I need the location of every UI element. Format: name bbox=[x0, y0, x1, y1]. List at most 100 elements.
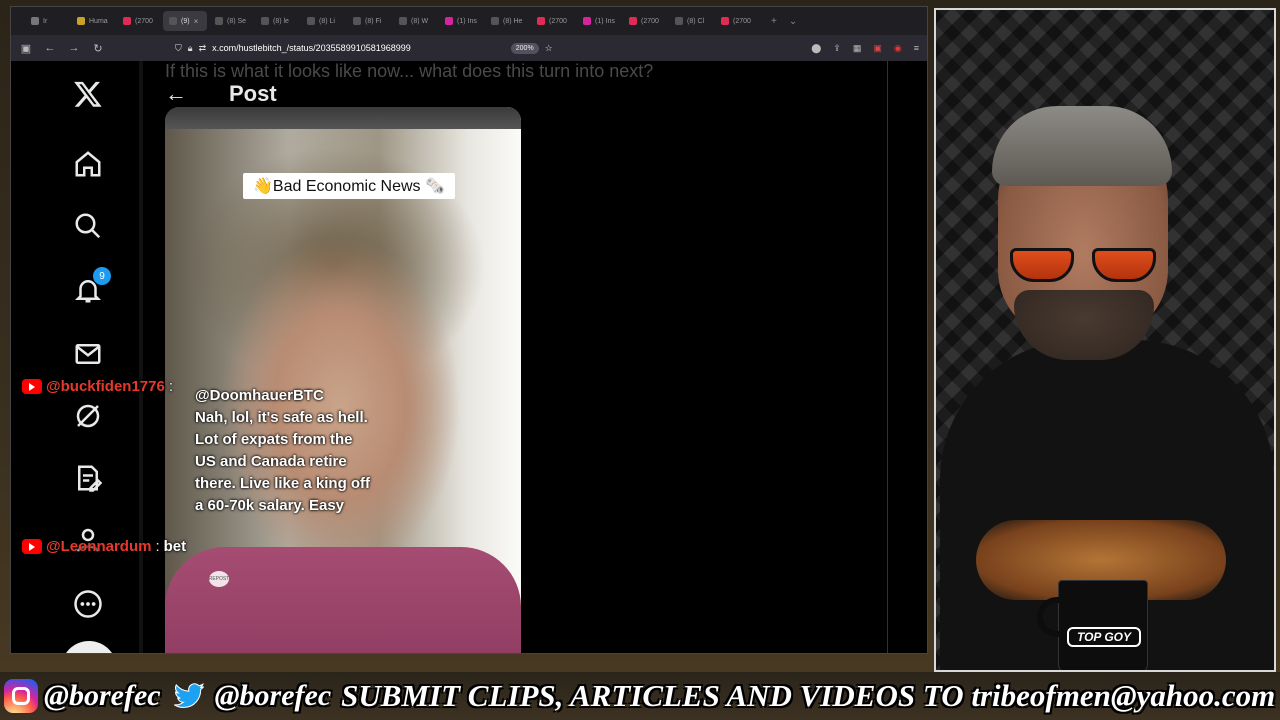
tab-favicon-icon bbox=[31, 17, 39, 25]
tab-label: (2700 bbox=[549, 17, 567, 25]
browser-tab[interactable]: (2700 bbox=[117, 11, 161, 31]
tab-list-chevron-icon[interactable]: ⌄ bbox=[789, 16, 797, 27]
instagram-handle-group: @borefec bbox=[4, 679, 161, 713]
webcam-feed: TOP GOY bbox=[934, 8, 1276, 672]
browser-tab[interactable]: (8) Fi bbox=[347, 11, 391, 31]
browser-window: Ir Huma (2700 (9) × (8) Se (8) le (8) Li (8) Fi (… bbox=[10, 6, 928, 654]
browser-tab[interactable]: (2700 bbox=[531, 11, 575, 31]
compose-note-icon[interactable] bbox=[71, 461, 105, 495]
tab-favicon-icon bbox=[629, 17, 637, 25]
sidebar-divider bbox=[139, 61, 143, 653]
tab-label: (8) He bbox=[503, 17, 523, 25]
video-subject-shirt bbox=[165, 547, 521, 653]
chat-message-1: @buckfiden1776 : bbox=[22, 378, 177, 395]
toolbar-icons: ⬤ ⇪ ▦ ▣ ◉ ≡ bbox=[811, 43, 919, 54]
tab-label: (8) Se bbox=[227, 17, 247, 25]
sidebar-toggle-icon[interactable]: ▣ bbox=[19, 42, 33, 55]
chat-message-2: @Leonnardum : bet bbox=[22, 538, 186, 555]
video-title-label: 👋Bad Economic News 🗞️ bbox=[243, 173, 455, 199]
twitter-bird-icon bbox=[169, 679, 209, 713]
instagram-handle: @borefec bbox=[44, 679, 161, 712]
browser-tab[interactable]: (1) Ins bbox=[577, 11, 621, 31]
tab-label: (8) le bbox=[273, 17, 289, 25]
browser-tab[interactable]: Huma bbox=[71, 11, 115, 31]
main-column-border bbox=[887, 61, 888, 653]
tab-favicon-icon bbox=[399, 17, 407, 25]
browser-tab[interactable]: (8) le bbox=[255, 11, 299, 31]
browser-tab[interactable]: (1) Ins bbox=[439, 11, 483, 31]
browser-tab[interactable]: (8) W bbox=[393, 11, 437, 31]
messages-envelope-icon[interactable] bbox=[71, 337, 105, 371]
back-icon[interactable]: ← bbox=[43, 42, 57, 54]
address-bar[interactable]: ⛉ 🔒︎ ⇄ x.com/hustlebitch_/status/2035589… bbox=[175, 39, 715, 57]
browser-tab[interactable]: (8) He bbox=[485, 11, 529, 31]
tab-close-icon[interactable]: × bbox=[194, 17, 199, 26]
browser-tab[interactable]: Ir bbox=[25, 11, 69, 31]
url-text[interactable]: x.com/hustlebitch_/status/20355899105819… bbox=[212, 43, 411, 53]
nav-bar: ▣ ← → ↻ ⛉ 🔒︎ ⇄ x.com/hustlebitch_/status… bbox=[11, 35, 927, 61]
chat-separator: : bbox=[168, 378, 174, 395]
zoom-level[interactable]: 200% bbox=[510, 42, 539, 54]
browser-tab[interactable]: (2700 bbox=[715, 11, 759, 31]
twitter-handle-group: @borefec bbox=[169, 679, 331, 713]
coffee-mug: TOP GOY bbox=[1037, 580, 1148, 670]
faded-post-text: If this is what it looks like now... wha… bbox=[165, 61, 654, 81]
submit-clips-text: SUBMIT CLIPS, ARTICLES AND VIDEOS TO tri… bbox=[341, 678, 1276, 713]
browser-tab[interactable]: (8) Cl bbox=[669, 11, 713, 31]
caption-text: Nah, lol, it's safe as hell. Lot of expa… bbox=[195, 409, 371, 514]
more-options-icon[interactable] bbox=[71, 587, 105, 621]
back-arrow-icon[interactable]: ← bbox=[165, 81, 187, 107]
tab-label: Huma bbox=[89, 17, 108, 25]
chat-separator: : bbox=[155, 538, 160, 555]
home-icon[interactable] bbox=[71, 147, 105, 181]
tab-label: Ir bbox=[43, 17, 48, 25]
tab-label: (2700 bbox=[135, 17, 153, 25]
notification-badge: 9 bbox=[93, 267, 111, 285]
extension-puzzle-icon[interactable]: ▦ bbox=[853, 43, 862, 54]
notifications-bell-icon[interactable]: 9 bbox=[71, 267, 111, 307]
video-player[interactable]: 👋Bad Economic News 🗞️ @DoomhauerBTC Nah,… bbox=[165, 107, 521, 653]
tab-label: (8) Fi bbox=[365, 17, 382, 25]
bookmark-star-icon[interactable]: ☆ bbox=[545, 43, 553, 54]
tab-favicon-icon bbox=[123, 17, 131, 25]
chat-message-text: bet bbox=[163, 538, 187, 555]
tab-label: (9) bbox=[181, 17, 190, 25]
youtube-icon bbox=[22, 379, 42, 394]
browser-tab[interactable]: (2700 bbox=[623, 11, 667, 31]
forward-icon[interactable]: → bbox=[67, 42, 81, 54]
tab-label: (1) Ins bbox=[457, 17, 477, 25]
browser-tab[interactable]: (9) × bbox=[163, 11, 207, 31]
search-icon[interactable] bbox=[71, 209, 105, 243]
share-icon[interactable]: ⇪ bbox=[833, 43, 841, 54]
post-header: ← Post bbox=[165, 81, 277, 107]
menu-icon[interactable]: ≡ bbox=[914, 43, 919, 54]
tab-favicon-icon bbox=[445, 17, 453, 25]
post-header-title: Post bbox=[229, 81, 277, 106]
grok-icon[interactable] bbox=[71, 399, 105, 433]
tab-label: (8) Cl bbox=[687, 17, 705, 25]
browser-tab[interactable]: (8) Se bbox=[209, 11, 253, 31]
tab-label: (2700 bbox=[733, 17, 751, 25]
browser-tab[interactable]: (8) Li bbox=[301, 11, 345, 31]
extension-icon[interactable]: ⬤ bbox=[811, 43, 821, 54]
permissions-icon[interactable]: ⇄ bbox=[199, 43, 207, 54]
tab-favicon-icon bbox=[583, 17, 591, 25]
extension-green-icon[interactable]: ◉ bbox=[894, 43, 902, 54]
tab-label: (2700 bbox=[641, 17, 659, 25]
x-logo-icon[interactable] bbox=[71, 77, 105, 111]
video-top-strip bbox=[165, 107, 521, 129]
video-caption: @DoomhauerBTC Nah, lol, it's safe as hel… bbox=[195, 385, 375, 517]
tab-favicon-icon bbox=[675, 17, 683, 25]
tab-label: (8) W bbox=[411, 17, 429, 25]
tab-favicon-icon bbox=[261, 17, 269, 25]
new-tab-icon[interactable]: + bbox=[771, 16, 777, 27]
extension-red-icon[interactable]: ▣ bbox=[873, 43, 882, 54]
reload-icon[interactable]: ↻ bbox=[91, 42, 105, 55]
tab-favicon-icon bbox=[215, 17, 223, 25]
tab-favicon-icon bbox=[721, 17, 729, 25]
tab-favicon-icon bbox=[77, 17, 85, 25]
tab-favicon-icon bbox=[491, 17, 499, 25]
post-button[interactable] bbox=[61, 641, 117, 653]
caption-handle: @DoomhauerBTC bbox=[195, 387, 324, 404]
streamer-hair bbox=[992, 106, 1172, 186]
